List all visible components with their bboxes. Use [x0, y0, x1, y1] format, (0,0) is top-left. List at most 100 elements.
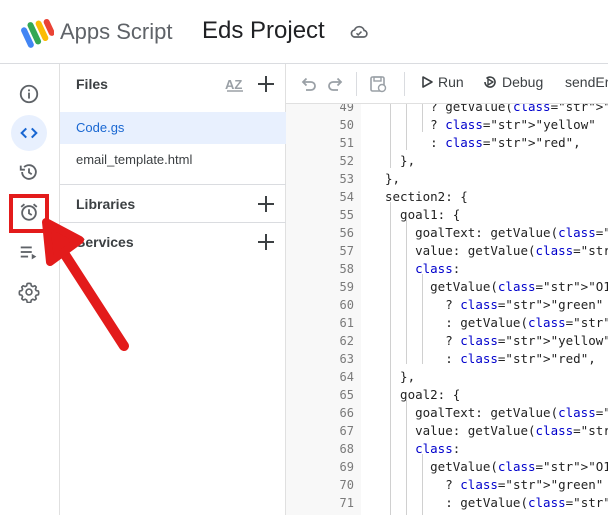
code-text: : getValue(class="str">"O15") < getV	[385, 495, 608, 510]
apps-script-logo[interactable]	[20, 16, 54, 48]
code-line: 57 value: getValue(class="str">"J14"),	[286, 242, 608, 260]
redo-icon[interactable]	[326, 74, 346, 94]
line-number: 55	[339, 208, 354, 222]
line-number: 63	[339, 352, 354, 366]
history-icon	[19, 164, 37, 180]
code-line: 49 ? getValue(class="str">"O12")	[286, 104, 608, 116]
code-text: goalText: getValue(class="str">"H15"),	[385, 405, 608, 420]
code-text: class:	[415, 261, 461, 276]
code-line: 58 class:	[286, 260, 608, 278]
code-text: ? class="str">"green"	[385, 297, 604, 312]
toolbar-divider	[356, 72, 357, 96]
code-line: 64 },	[286, 368, 608, 386]
debug-icon	[484, 76, 496, 88]
line-number: 57	[339, 244, 354, 258]
playlist-play-icon	[20, 246, 37, 260]
libraries-label: Libraries	[76, 196, 136, 212]
line-number: 71	[339, 496, 354, 510]
line-number: 69	[339, 460, 354, 474]
code-icon	[20, 127, 38, 139]
app-header: Apps Script Eds Project	[0, 0, 608, 64]
code-text: goal2: {	[385, 387, 461, 402]
file-item-email-template[interactable]: email_template.html	[60, 144, 286, 176]
code-line: 50 ? class="str">"yellow"	[286, 116, 608, 134]
code-text: value: getValue(class="str">"J15"),	[385, 423, 608, 438]
code-text: getValue(class="str">"O15") < getValue	[385, 459, 608, 474]
svg-text:AZ: AZ	[225, 77, 242, 92]
project-name[interactable]: Eds Project	[202, 17, 325, 45]
code-text: section2: {	[385, 189, 468, 204]
code-line: 59 getValue(class="str">"O14") <= getVal…	[286, 278, 608, 296]
executions-history-button[interactable]	[11, 154, 47, 190]
files-header: Files AZ	[60, 64, 286, 104]
code-text: : class="str">"red",	[385, 135, 581, 150]
code-text: ? class="str">"yellow"	[385, 117, 596, 132]
code-text: class:	[415, 441, 461, 456]
line-number: 68	[339, 442, 354, 456]
gear-icon	[18, 282, 40, 303]
code-line: 56 goalText: getValue(class="str">"H14")…	[286, 224, 608, 242]
files-panel: Files AZ Code.gs email_template.html Lib…	[60, 64, 286, 515]
code-line: 63 : class="str">"red",	[286, 350, 608, 368]
toolbar-divider-2	[404, 72, 405, 96]
function-select[interactable]: sendEr	[565, 74, 608, 90]
code-line: 54 section2: {	[286, 188, 608, 206]
code-text: },	[385, 153, 416, 168]
services-section[interactable]: Services	[60, 222, 286, 260]
info-icon	[19, 84, 39, 104]
line-number: 59	[339, 280, 354, 294]
code-line: 66 goalText: getValue(class="str">"H15")…	[286, 404, 608, 422]
line-number: 53	[339, 172, 354, 186]
add-library-plus-icon[interactable]	[256, 194, 276, 214]
editor-button[interactable]	[11, 115, 47, 151]
libraries-section[interactable]: Libraries	[60, 184, 286, 222]
add-service-plus-icon[interactable]	[256, 232, 276, 252]
code-text: value: getValue(class="str">"J14"),	[385, 243, 608, 258]
line-number: 60	[339, 298, 354, 312]
line-number: 64	[339, 370, 354, 384]
executions-button[interactable]	[11, 234, 47, 270]
code-line: 70 ? class="str">"green"	[286, 476, 608, 494]
services-label: Services	[76, 234, 134, 250]
triggers-highlight-annotation	[9, 194, 49, 233]
line-number: 66	[339, 406, 354, 420]
line-number: 61	[339, 316, 354, 330]
play-icon	[422, 76, 433, 88]
line-number: 67	[339, 424, 354, 438]
line-number: 65	[339, 388, 354, 402]
code-text: : getValue(class="str">"O14") < getV	[385, 315, 608, 330]
code-text: getValue(class="str">"O14") <= getValue	[385, 279, 608, 294]
save-icon[interactable]	[368, 74, 388, 94]
code-line: 55 goal1: {	[286, 206, 608, 224]
code-editor[interactable]: 49 ? getValue(class="str">"O12")50 ? cla…	[286, 104, 608, 515]
files-title: Files	[76, 76, 108, 92]
file-item-code-gs[interactable]: Code.gs	[60, 112, 286, 144]
code-text: ? getValue(class="str">"O12")	[385, 104, 608, 114]
line-number: 62	[339, 334, 354, 348]
left-nav-rail	[0, 64, 60, 515]
code-text: goal1: {	[385, 207, 461, 222]
run-button[interactable]: Run	[420, 74, 464, 90]
line-number: 58	[339, 262, 354, 276]
overview-button[interactable]	[11, 76, 47, 112]
undo-icon[interactable]	[298, 74, 318, 94]
project-settings-button[interactable]	[11, 274, 47, 310]
code-text: goalText: getValue(class="str">"H14"),	[385, 225, 608, 240]
code-text: ? class="str">"yellow"	[385, 333, 608, 348]
code-line: 61 : getValue(class="str">"O14") < getV	[286, 314, 608, 332]
line-number: 51	[339, 136, 354, 150]
code-line: 65 goal2: {	[286, 386, 608, 404]
line-number: 56	[339, 226, 354, 240]
line-number: 70	[339, 478, 354, 492]
code-line: 52 },	[286, 152, 608, 170]
function-select-label: sendEr	[565, 74, 608, 90]
code-line: 67 value: getValue(class="str">"J15"),	[286, 422, 608, 440]
code-text: },	[385, 171, 401, 186]
code-text: },	[385, 369, 416, 384]
code-line: 60 ? class="str">"green"	[286, 296, 608, 314]
sort-az-icon[interactable]: AZ	[224, 74, 246, 94]
cloud-saved-icon	[350, 25, 368, 38]
debug-label: Debug	[502, 74, 544, 90]
debug-button[interactable]: Debug	[482, 74, 543, 90]
add-file-plus-icon[interactable]	[256, 74, 276, 94]
